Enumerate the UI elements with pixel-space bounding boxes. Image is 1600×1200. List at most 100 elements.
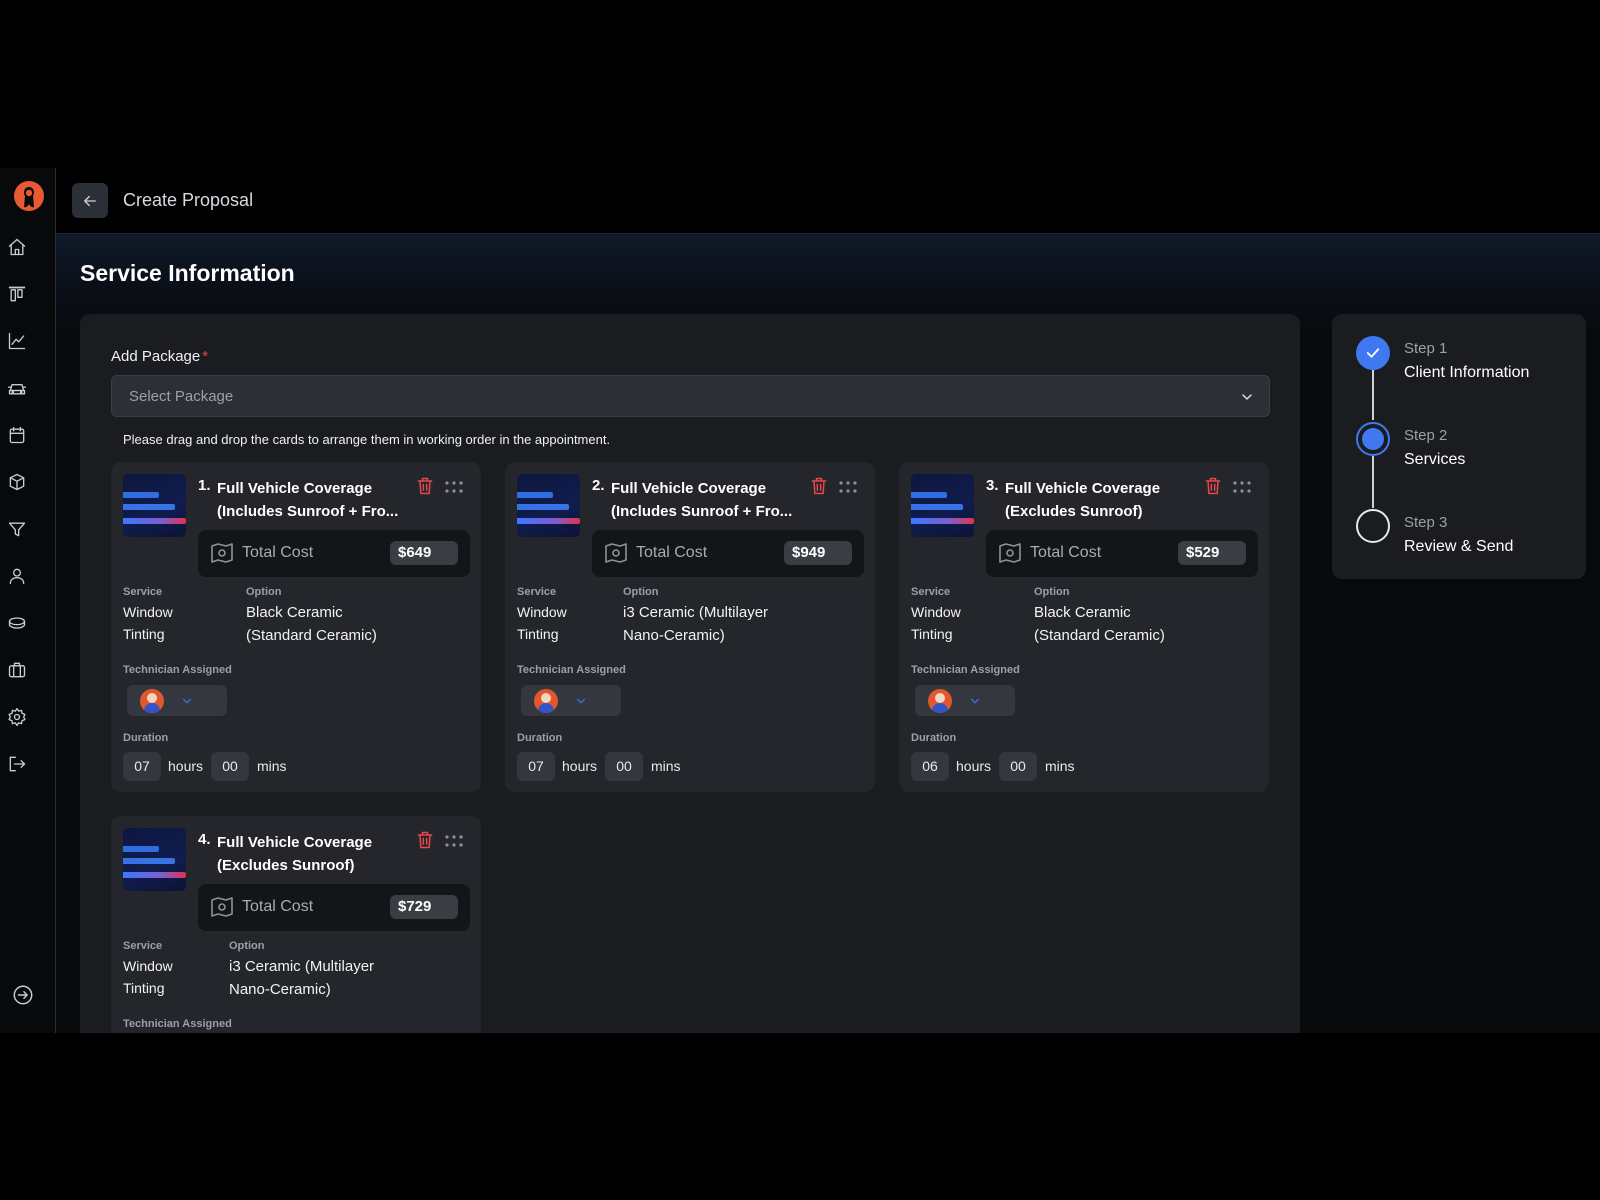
- option-label: Option: [1034, 586, 1070, 598]
- progress-stepper: Step 1 Client Information Step 2 Service…: [1332, 314, 1586, 579]
- car-icon[interactable]: [6, 377, 28, 399]
- hours-unit: hours: [956, 758, 992, 774]
- card-title-line1: Full Vehicle Coverage: [611, 480, 767, 497]
- service-value-line2: Tinting: [517, 626, 559, 642]
- mins-input[interactable]: 00: [211, 752, 249, 781]
- drag-handle-icon[interactable]: [445, 834, 463, 847]
- step-3-indicator[interactable]: [1356, 509, 1390, 543]
- package-card[interactable]: 4. Full Vehicle Coverage (Excludes Sunro…: [111, 816, 481, 1033]
- option-value: Black Ceramic (Standard Ceramic): [1034, 601, 1165, 647]
- card-number: 4.: [198, 831, 211, 848]
- card-number: 2.: [592, 477, 605, 494]
- mins-input[interactable]: 00: [605, 752, 643, 781]
- package-card[interactable]: 2. Full Vehicle Coverage (Includes Sunro…: [505, 462, 875, 792]
- database-icon[interactable]: [6, 612, 28, 634]
- drag-handle-icon[interactable]: [1233, 480, 1251, 493]
- package-thumbnail: [911, 474, 974, 537]
- service-label: Service: [123, 940, 163, 952]
- settings-icon[interactable]: [6, 706, 28, 728]
- total-cost-value: $649: [390, 541, 458, 565]
- box-icon[interactable]: [6, 471, 28, 493]
- service-value: Window Tinting: [123, 601, 173, 645]
- arrow-left-icon: [84, 195, 96, 206]
- card-title: Full Vehicle Coverage (Excludes Sunroof): [217, 831, 407, 877]
- package-thumbnail: [123, 828, 186, 891]
- duration-label: Duration: [911, 732, 957, 744]
- hours-input[interactable]: 07: [517, 752, 555, 781]
- step-2-indicator[interactable]: [1356, 422, 1390, 456]
- service-value-line2: Tinting: [123, 980, 165, 996]
- step-2-number: Step 2: [1404, 427, 1448, 444]
- total-cost-label: Total Cost: [242, 898, 314, 915]
- service-value-line1: Window: [517, 604, 567, 620]
- filter-icon[interactable]: [6, 518, 28, 540]
- service-value-line2: Tinting: [123, 626, 165, 642]
- drag-handle-icon[interactable]: [445, 480, 463, 493]
- technician-label: Technician Assigned: [911, 664, 1020, 676]
- required-mark: *: [202, 348, 209, 365]
- trash-icon[interactable]: [1203, 476, 1223, 496]
- avatar: [928, 689, 952, 713]
- option-value-line1: Black Ceramic: [1034, 604, 1131, 621]
- card-title: Full Vehicle Coverage (Includes Sunroof …: [611, 477, 801, 523]
- package-select[interactable]: Select Package: [111, 375, 1270, 417]
- hours-input[interactable]: 06: [911, 752, 949, 781]
- service-label: Service: [123, 586, 163, 598]
- option-value-line2: (Standard Ceramic): [246, 627, 377, 644]
- trash-icon[interactable]: [415, 476, 435, 496]
- drag-handle-icon[interactable]: [839, 480, 857, 493]
- money-icon: [210, 542, 234, 564]
- total-cost-box: Total Cost $729: [198, 884, 470, 931]
- hours-unit: hours: [168, 758, 204, 774]
- total-cost-value: $729: [390, 895, 458, 919]
- option-label: Option: [229, 940, 265, 952]
- trash-icon[interactable]: [809, 476, 829, 496]
- package-select-placeholder: Select Package: [129, 388, 234, 405]
- page-title: Create Proposal: [123, 190, 254, 210]
- back-button[interactable]: [72, 183, 108, 218]
- service-value-line1: Window: [123, 604, 173, 620]
- chart-icon[interactable]: [6, 330, 28, 352]
- technician-label: Technician Assigned: [517, 664, 626, 676]
- technician-select[interactable]: [127, 685, 227, 716]
- app-logo[interactable]: [13, 180, 45, 212]
- hours-input[interactable]: 07: [123, 752, 161, 781]
- card-title: Full Vehicle Coverage (Includes Sunroof …: [217, 477, 407, 523]
- step-2-name[interactable]: Services: [1404, 451, 1465, 469]
- step-1-name[interactable]: Client Information: [1404, 364, 1529, 382]
- technician-select[interactable]: [521, 685, 621, 716]
- technician-select[interactable]: [915, 685, 1015, 716]
- money-icon: [604, 542, 628, 564]
- logout-icon[interactable]: [6, 753, 28, 775]
- check-icon: [1366, 348, 1380, 358]
- home-icon[interactable]: [6, 236, 28, 258]
- chevron-down-icon: [970, 698, 980, 704]
- package-thumbnail: [123, 474, 186, 537]
- mins-unit: mins: [257, 758, 287, 774]
- service-value: Window Tinting: [123, 955, 173, 999]
- mins-input[interactable]: 00: [999, 752, 1037, 781]
- trash-icon[interactable]: [415, 830, 435, 850]
- total-cost-label: Total Cost: [1030, 544, 1102, 561]
- option-label: Option: [623, 586, 659, 598]
- package-card[interactable]: 1. Full Vehicle Coverage (Includes Sunro…: [111, 462, 481, 792]
- service-value-line2: Tinting: [911, 626, 953, 642]
- briefcase-icon[interactable]: [6, 659, 28, 681]
- board-icon[interactable]: [6, 283, 28, 305]
- option-label: Option: [246, 586, 282, 598]
- card-title-line2: (Includes Sunroof + Fro...: [217, 503, 399, 520]
- chevron-down-icon: [182, 698, 192, 704]
- app-window: Create Proposal Service Information Add …: [0, 168, 1600, 1033]
- technician-label: Technician Assigned: [123, 664, 232, 676]
- expand-icon[interactable]: [12, 984, 34, 1006]
- step-1-indicator[interactable]: [1356, 336, 1390, 370]
- card-title-line2: (Excludes Sunroof): [217, 857, 355, 874]
- total-cost-box: Total Cost $949: [592, 530, 864, 577]
- user-icon[interactable]: [6, 565, 28, 587]
- package-card[interactable]: 3. Full Vehicle Coverage (Excludes Sunro…: [899, 462, 1269, 792]
- card-title-line1: Full Vehicle Coverage: [217, 480, 373, 497]
- service-value: Window Tinting: [911, 601, 961, 645]
- calendar-icon[interactable]: [6, 424, 28, 446]
- mins-unit: mins: [1045, 758, 1075, 774]
- step-3-name[interactable]: Review & Send: [1404, 538, 1513, 556]
